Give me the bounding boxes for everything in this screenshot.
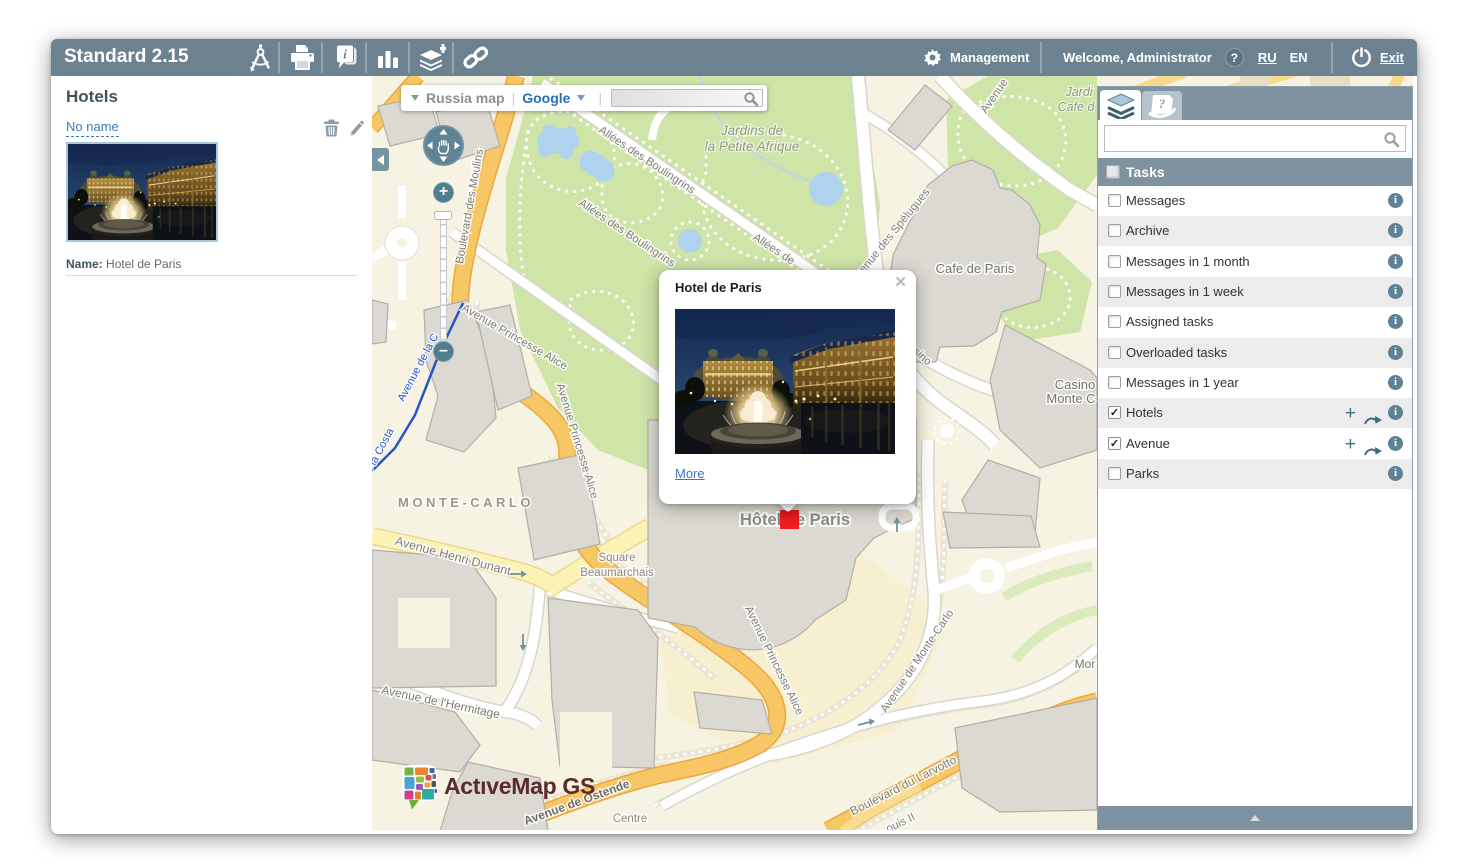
- svg-text:Jardins de: Jardins de: [720, 123, 783, 138]
- svg-text:Beaumarchais: Beaumarchais: [580, 567, 654, 579]
- svg-text:MONTE-CARLO: MONTE-CARLO: [398, 495, 534, 510]
- svg-text:Jardi: Jardi: [1064, 85, 1093, 99]
- svg-text:Mor: Mor: [1075, 657, 1096, 671]
- svg-text:Casino: Casino: [1055, 377, 1095, 392]
- svg-text:?: ?: [1159, 96, 1166, 111]
- svg-text:Square: Square: [598, 552, 635, 564]
- svg-text:Centre: Centre: [613, 813, 648, 825]
- svg-text:Cafe d: Cafe d: [1058, 100, 1096, 114]
- svg-text:Cafe de Paris: Cafe de Paris: [936, 261, 1015, 276]
- svg-text:Monte C: Monte C: [1046, 391, 1095, 406]
- svg-text:la Petite Afrique: la Petite Afrique: [705, 139, 800, 154]
- svg-text:i: i: [343, 46, 347, 61]
